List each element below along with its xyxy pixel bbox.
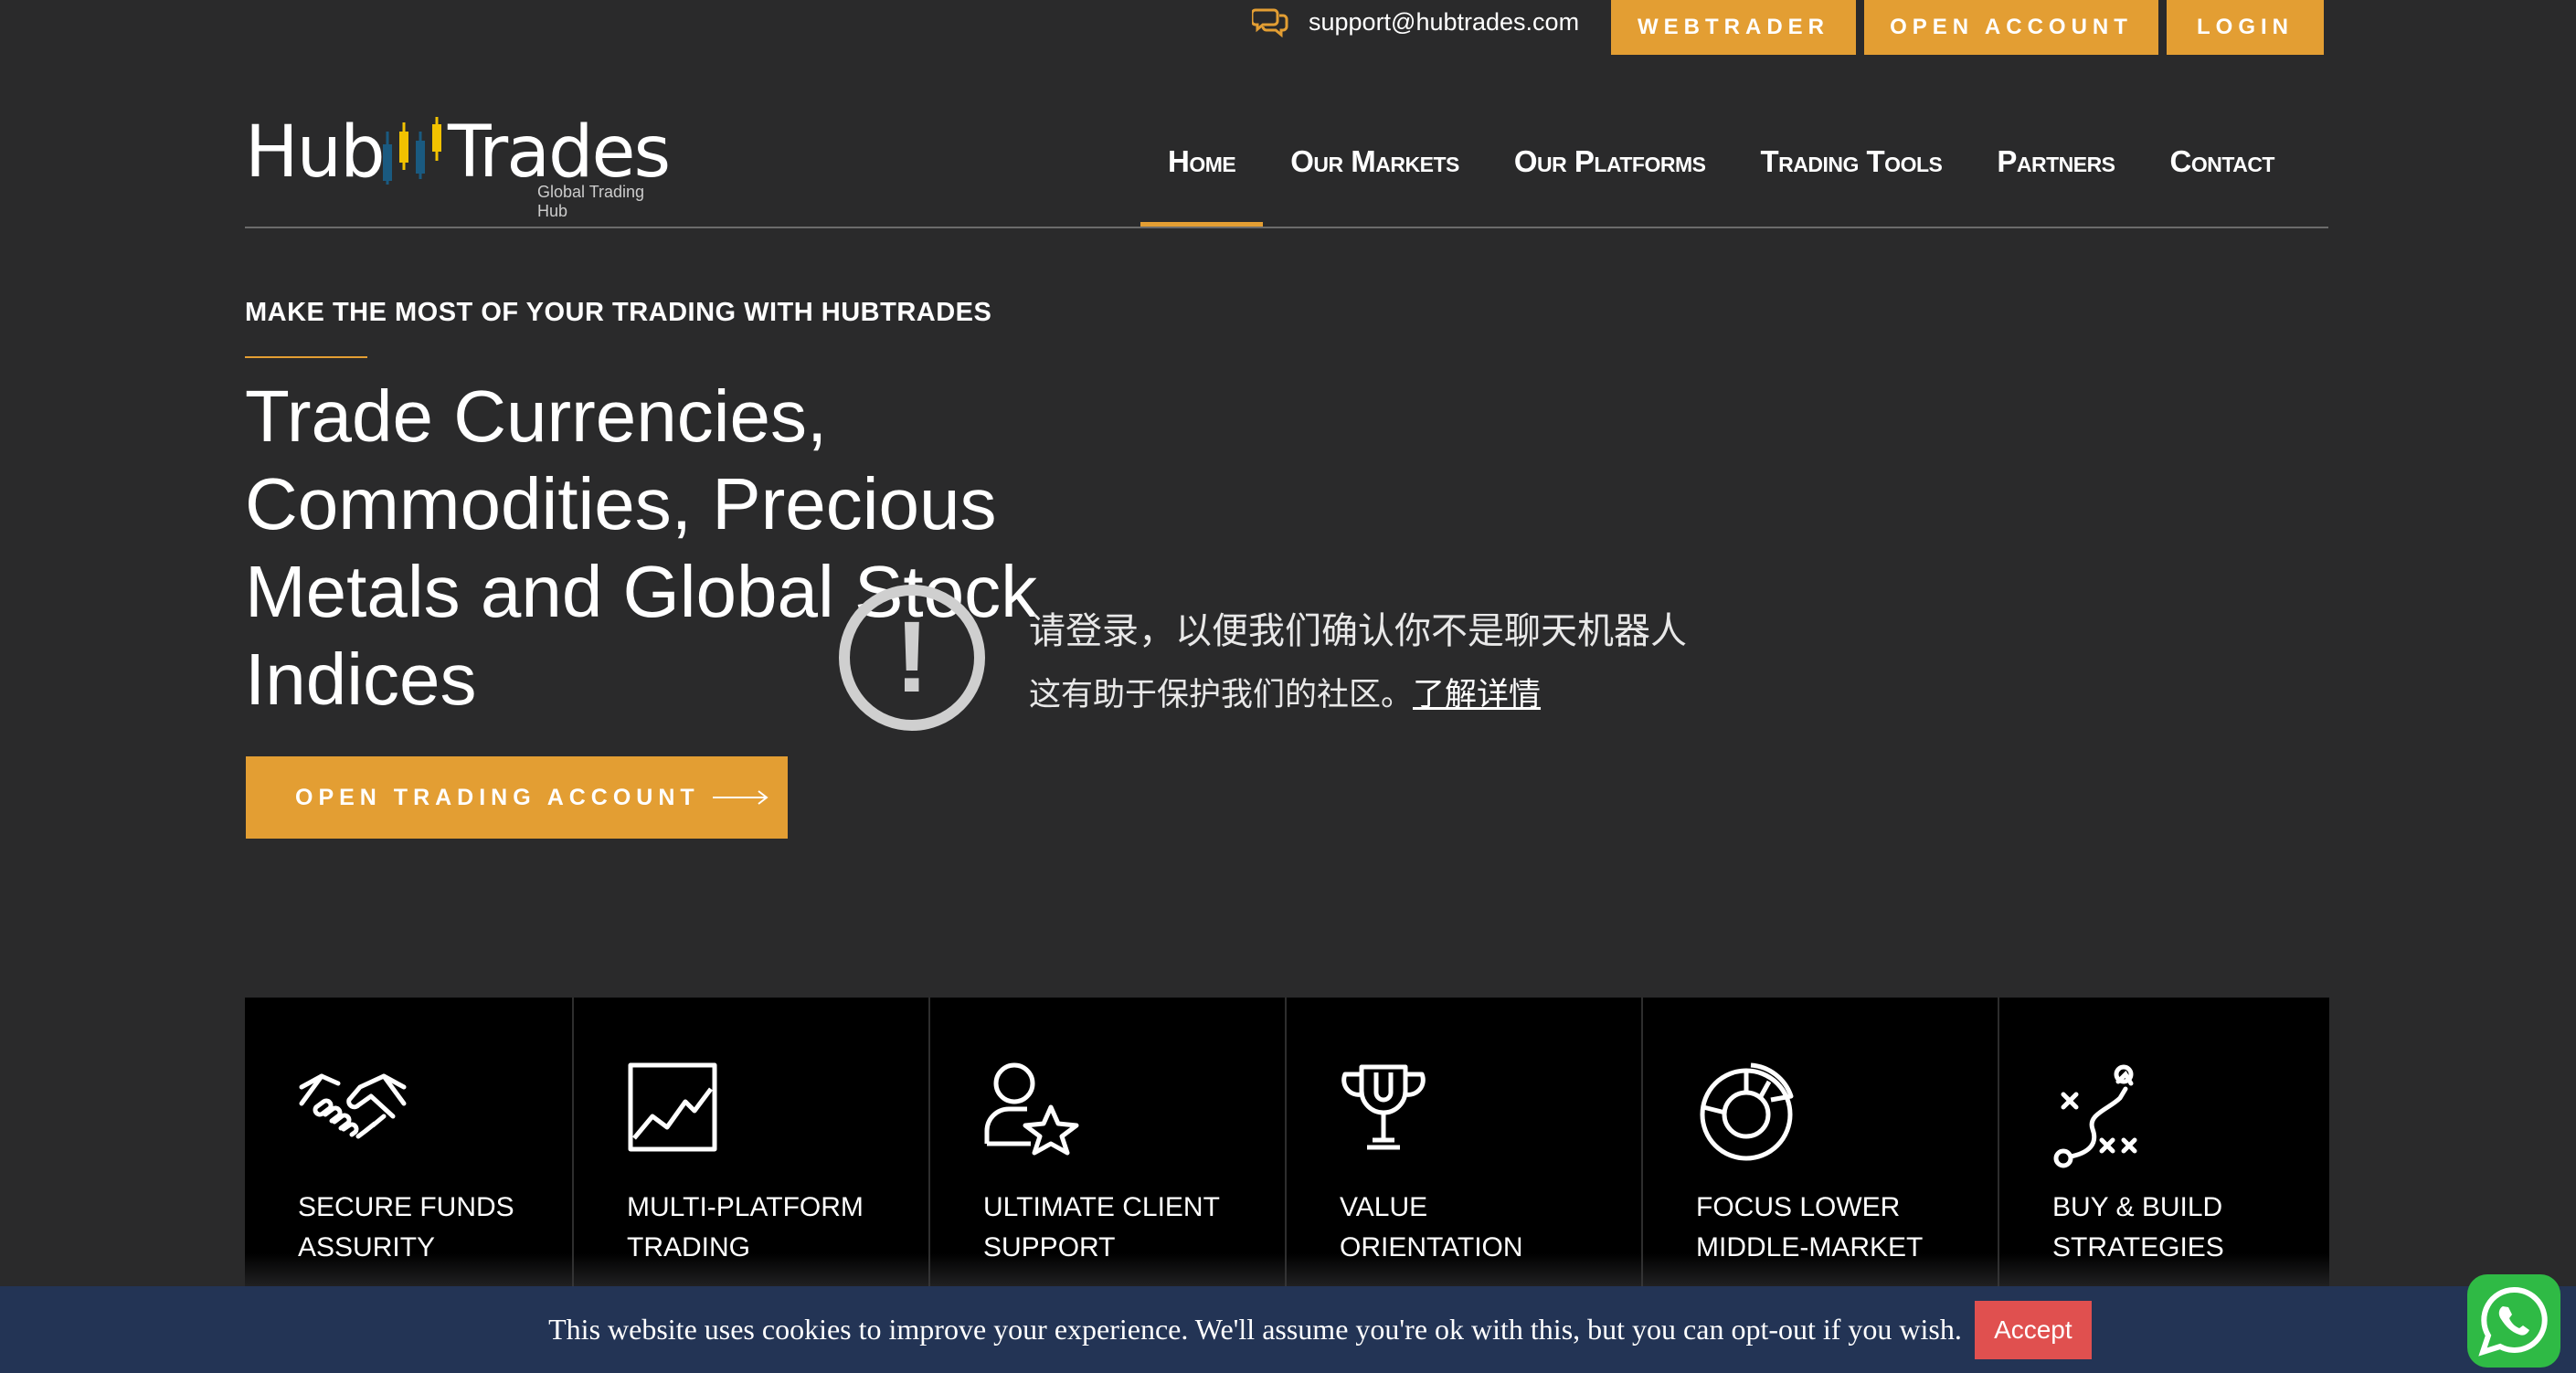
nav-home[interactable]: Home — [1140, 137, 1264, 228]
main-nav: Home Our Markets Our Platforms Trading T… — [1140, 137, 2302, 228]
cookie-message: This website uses cookies to improve you… — [548, 1313, 1962, 1346]
open-trading-account-button[interactable]: OPEN TRADING ACCOUNT — [246, 756, 788, 839]
chart-icon — [627, 1061, 746, 1162]
notice-line-1: 请登录，以便我们确认你不是聊天机器人 — [1029, 610, 1687, 652]
site-logo[interactable]: Hub Trades Global Trading Hub — [245, 111, 671, 220]
cta-label: OPEN TRADING ACCOUNT — [295, 784, 700, 810]
feature-buy-build[interactable]: BUY & BUILD STRATEGIES — [1999, 998, 2329, 1290]
candlestick-logo-icon — [383, 117, 441, 185]
strategy-icon — [2052, 1061, 2171, 1168]
notice-text: 这有助于保护我们的社区。 — [1029, 677, 1414, 713]
feature-multi-platform[interactable]: MULTI-PLATFORM TRADING — [574, 998, 930, 1290]
feature-secure-funds[interactable]: SECURE FUNDS ASSURITY — [245, 998, 574, 1290]
feature-lower-middle-market[interactable]: FOCUS LOWER MIDDLE-MARKET — [1643, 998, 1999, 1290]
support-contact[interactable]: support@hubtrades.com — [1252, 5, 1579, 38]
nav-trading-tools[interactable]: Trading Tools — [1733, 137, 1969, 228]
accept-cookies-button[interactable]: Accept — [1974, 1300, 2092, 1359]
user-star-icon — [983, 1061, 1102, 1162]
whatsapp-icon — [2478, 1286, 2548, 1357]
hero-kicker: MAKE THE MOST OF YOUR TRADING WITH HUBTR… — [245, 298, 992, 327]
whatsapp-button[interactable] — [2467, 1274, 2560, 1368]
webtrader-button[interactable]: WEBTRADER — [1611, 0, 1856, 55]
chat-bubbles-icon — [1252, 6, 1290, 37]
pie-chart-icon — [1696, 1061, 1815, 1162]
login-button[interactable]: LOGIN — [2167, 0, 2324, 55]
header-divider — [245, 227, 2328, 228]
feature-client-support[interactable]: ULTIMATE CLIENT SUPPORT — [930, 998, 1287, 1290]
feature-label: SECURE FUNDS ASSURITY — [298, 1192, 514, 1262]
notice-line-2: 这有助于保护我们的社区。了解详情 — [1029, 669, 1541, 715]
learn-more-link[interactable]: 了解详情 — [1413, 677, 1541, 713]
support-email[interactable]: support@hubtrades.com — [1309, 8, 1579, 37]
feature-label: VALUE ORIENTATION — [1340, 1192, 1523, 1262]
logo-tagline: Global Trading Hub — [537, 183, 645, 220]
feature-label: BUY & BUILD STRATEGIES — [2052, 1192, 2224, 1262]
open-account-button[interactable]: OPEN ACCOUNT — [1864, 0, 2158, 55]
features-strip: SECURE FUNDS ASSURITY MULTI-PLATFORM TRA… — [245, 998, 2329, 1290]
top-bar: support@hubtrades.com WEBTRADER OPEN ACC… — [0, 0, 2576, 55]
arrow-right-icon — [712, 788, 769, 807]
nav-partners[interactable]: Partners — [1969, 137, 2142, 228]
logo-text-hub: Hub — [245, 111, 386, 194]
feature-value-orientation[interactable]: VALUE ORIENTATION — [1287, 998, 1643, 1290]
nav-contact[interactable]: Contact — [2143, 137, 2302, 228]
nav-our-markets[interactable]: Our Markets — [1263, 137, 1487, 228]
feature-label: ULTIMATE CLIENT SUPPORT — [983, 1192, 1220, 1262]
logo-text-trades: Trades — [448, 111, 671, 194]
kicker-underline — [245, 356, 367, 358]
nav-our-platforms[interactable]: Our Platforms — [1487, 137, 1733, 228]
cookie-bar: This website uses cookies to improve you… — [0, 1286, 2576, 1373]
feature-label: FOCUS LOWER MIDDLE-MARKET — [1696, 1192, 1924, 1262]
feature-label: MULTI-PLATFORM TRADING — [627, 1192, 864, 1262]
trophy-icon — [1340, 1061, 1458, 1162]
handshake-icon — [298, 1061, 417, 1162]
exclamation-icon: ! — [839, 585, 985, 731]
